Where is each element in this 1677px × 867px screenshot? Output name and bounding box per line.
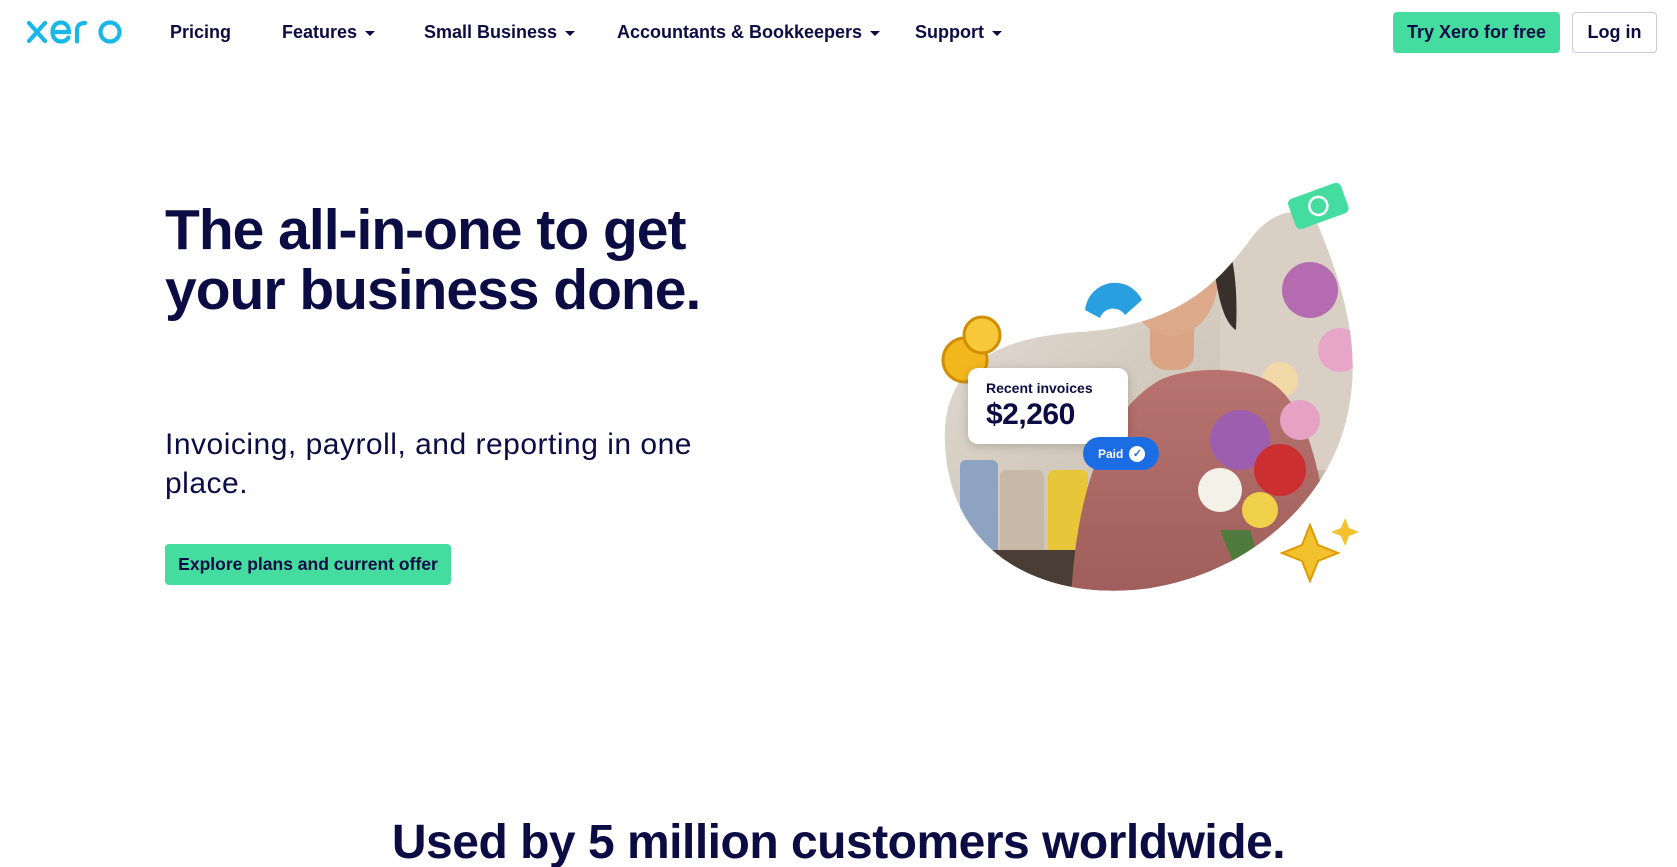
nav-pricing-label: Pricing bbox=[170, 21, 232, 42]
chevron-down-icon bbox=[992, 30, 1002, 36]
explore-plans-button[interactable]: Explore plans and current offer bbox=[165, 544, 451, 585]
nav-support-label: Support bbox=[915, 21, 984, 42]
invoice-card-label: Recent invoices bbox=[986, 380, 1093, 396]
hero-subtitle: Invoicing, payroll, and reporting in one… bbox=[165, 428, 692, 500]
sparkle-icon bbox=[1279, 518, 1359, 584]
login-button[interactable]: Log in bbox=[1572, 12, 1657, 53]
nav-support[interactable]: Support bbox=[915, 20, 1002, 44]
paid-status-label: Paid bbox=[1098, 446, 1124, 461]
nav-features-label: Features bbox=[282, 21, 358, 42]
nav-features[interactable]: Features bbox=[282, 20, 376, 44]
top-navigation: Pricing Features Small Business Accounta… bbox=[0, 0, 1677, 64]
nav-accountants[interactable]: Accountants & Bookkeepers bbox=[617, 20, 881, 44]
chevron-down-icon bbox=[365, 30, 376, 36]
customers-heading: Used by 5 million customers worldwide. bbox=[391, 816, 1286, 867]
gauge-icon bbox=[1085, 282, 1142, 318]
invoice-card-amount: $2,260 bbox=[986, 398, 1075, 431]
nav-small-business-label: Small Business bbox=[424, 21, 558, 42]
chevron-down-icon bbox=[565, 30, 576, 36]
recent-invoices-card: Recent invoices $2,260 bbox=[968, 368, 1128, 444]
cash-icon bbox=[1287, 182, 1349, 230]
paid-status-badge: Paid ✓ bbox=[1083, 437, 1159, 470]
xero-logo[interactable] bbox=[26, 14, 128, 50]
try-xero-free-button[interactable]: Try Xero for free bbox=[1393, 12, 1560, 53]
nav-pricing[interactable]: Pricing bbox=[170, 20, 231, 44]
chevron-down-icon bbox=[870, 30, 881, 36]
hero-title: The all-in-one to get your business done… bbox=[165, 198, 701, 322]
nav-small-business[interactable]: Small Business bbox=[424, 20, 576, 44]
nav-accountants-label: Accountants & Bookkeepers bbox=[617, 21, 863, 42]
check-icon: ✓ bbox=[1129, 445, 1146, 462]
